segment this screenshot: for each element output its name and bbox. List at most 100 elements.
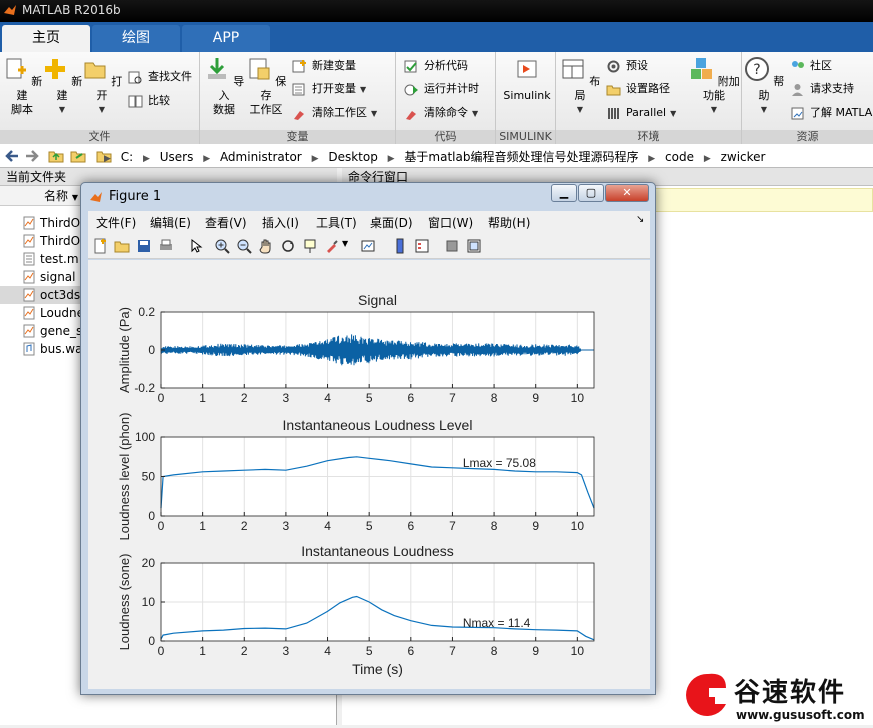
- axes-title: Instantaneous Loudness Level: [283, 417, 473, 433]
- chevron-down-icon[interactable]: ▼: [371, 109, 377, 118]
- colorbar-icon[interactable]: [392, 238, 408, 254]
- find-files-button[interactable]: 查找文件: [128, 68, 192, 86]
- up-folder-icon[interactable]: [48, 148, 64, 164]
- data-cursor-icon[interactable]: [302, 238, 318, 254]
- open-button[interactable]: 打开 ▼: [80, 56, 124, 117]
- new-variable-button[interactable]: 新建变量: [292, 57, 356, 75]
- x-tick-label: 9: [532, 644, 539, 658]
- find-files-icon: [128, 71, 142, 84]
- menu-insert[interactable]: 插入(I): [262, 214, 299, 231]
- breadcrumb-item[interactable]: Desktop: [328, 150, 378, 164]
- back-arrow-icon[interactable]: [4, 148, 20, 164]
- file-name: ThirdO: [40, 234, 81, 248]
- breadcrumb-item[interactable]: code: [665, 150, 694, 164]
- help-button[interactable]: ? 帮助 ▼: [742, 56, 786, 117]
- close-button[interactable]: ✕: [605, 184, 649, 202]
- new-figure-icon[interactable]: [92, 238, 108, 254]
- new-script-button[interactable]: 新建 脚本: [0, 56, 44, 117]
- pan-hand-icon[interactable]: [258, 238, 274, 254]
- x-tick-label: 5: [366, 644, 373, 658]
- open-file-icon[interactable]: [114, 238, 130, 254]
- parallel-button[interactable]: Parallel ▼: [606, 104, 676, 122]
- menu-edit[interactable]: 编辑(E): [150, 214, 191, 231]
- breadcrumb-item[interactable]: zwicker: [721, 150, 766, 164]
- chevron-down-icon[interactable]: ▼: [472, 109, 478, 118]
- new-button[interactable]: 新建 ▼: [40, 56, 84, 117]
- tab-home[interactable]: 主页: [2, 25, 90, 52]
- addons-button[interactable]: 附加功能 ▼: [688, 56, 740, 117]
- y-tick-label: 0: [148, 634, 155, 648]
- import-data-button[interactable]: 导入 数据: [202, 56, 246, 117]
- chevron-down-icon[interactable]: ▼: [670, 109, 676, 118]
- open-variable-button[interactable]: 打开变量 ▼: [292, 80, 366, 98]
- breadcrumb-separator: ▶: [648, 154, 656, 164]
- browse-folder-icon[interactable]: [70, 148, 86, 164]
- breadcrumb-item[interactable]: Administrator: [220, 150, 302, 164]
- pointer-icon[interactable]: [188, 238, 204, 254]
- zoom-out-icon[interactable]: [236, 238, 252, 254]
- file-group: 新建 脚本 新建 ▼ 打开 ▼ 查找文件 比较 文件: [0, 52, 200, 144]
- mfile-icon: [23, 306, 35, 320]
- request-support-button[interactable]: 请求支持: [790, 80, 854, 98]
- simulink-button[interactable]: Simulink: [502, 56, 552, 103]
- x-tick-label: 2: [241, 519, 248, 533]
- breadcrumb-item[interactable]: 基于matlab编程音频处理信号处理源码程序: [404, 150, 638, 164]
- x-tick-label: 2: [241, 391, 248, 405]
- show-plot-tools-icon[interactable]: [466, 238, 482, 254]
- community-button[interactable]: 社区: [790, 57, 832, 75]
- analyze-code-button[interactable]: 分析代码: [404, 57, 468, 75]
- new-variable-label: 新建变量: [312, 59, 356, 72]
- svg-text:?: ?: [753, 62, 760, 78]
- chevron-down-icon[interactable]: ▼: [342, 239, 348, 248]
- clear-commands-button[interactable]: 清除命令 ▼: [404, 104, 478, 122]
- legend-icon[interactable]: [414, 238, 430, 254]
- x-tick-label: 2: [241, 644, 248, 658]
- maximize-button[interactable]: ▢: [578, 184, 604, 202]
- script-file-icon: [23, 252, 35, 266]
- breadcrumb-item[interactable]: C:: [121, 150, 133, 164]
- variable-group: 导入 数据 保存 工作区 新建变量 打开变量 ▼ 清除工作区 ▼ 变量: [200, 52, 396, 144]
- help-icon: ?: [744, 57, 769, 81]
- minimize-button[interactable]: ▁: [551, 184, 577, 202]
- menu-desktop[interactable]: 桌面(D): [370, 214, 413, 231]
- chevron-down-icon[interactable]: ▼: [360, 85, 366, 94]
- menu-tools[interactable]: 工具(T): [316, 214, 357, 231]
- learn-matlab-button[interactable]: 了解 MATLAB: [790, 104, 873, 122]
- forward-arrow-icon[interactable]: [24, 148, 40, 164]
- menu-help[interactable]: 帮助(H): [488, 214, 530, 231]
- x-tick-label: 4: [324, 519, 331, 533]
- max-annotation: Lmax = 75.08: [463, 456, 536, 470]
- save-icon[interactable]: [136, 238, 152, 254]
- print-icon[interactable]: [158, 238, 174, 254]
- x-tick-label: 10: [571, 391, 585, 405]
- clear-workspace-button[interactable]: 清除工作区 ▼: [292, 104, 377, 122]
- rotate-3d-icon[interactable]: [280, 238, 296, 254]
- x-tick-label: 10: [571, 644, 585, 658]
- breadcrumb-item[interactable]: Users: [160, 150, 194, 164]
- link-plot-icon[interactable]: [360, 238, 376, 254]
- dock-arrow-icon[interactable]: ↘: [636, 214, 644, 225]
- y-axis-label: Loudness level (phon): [117, 413, 132, 541]
- layout-button[interactable]: 布局 ▼: [558, 56, 602, 117]
- x-tick-label: 7: [449, 644, 456, 658]
- run-time-button[interactable]: 运行并计时: [404, 80, 479, 98]
- menu-file[interactable]: 文件(F): [96, 214, 136, 231]
- menu-view[interactable]: 查看(V): [205, 214, 247, 231]
- save-workspace-button[interactable]: 保存 工作区: [244, 56, 288, 117]
- menu-window[interactable]: 窗口(W): [428, 214, 473, 231]
- hide-plot-tools-icon[interactable]: [444, 238, 460, 254]
- file-name: gene_s: [40, 324, 83, 338]
- zoom-in-icon[interactable]: [214, 238, 230, 254]
- tab-plots[interactable]: 绘图: [92, 25, 180, 52]
- set-path-button[interactable]: 设置路径: [606, 80, 670, 98]
- x-tick-label: 5: [366, 391, 373, 405]
- tab-apps[interactable]: APP: [182, 25, 270, 52]
- figure-window[interactable]: Figure 1 ▁ ▢ ✕ 文件(F) 编辑(E) 查看(V) 插入(I) 工…: [80, 182, 656, 695]
- chevron-down-icon: ▼: [760, 105, 768, 114]
- breadcrumb-separator: ▶: [203, 154, 211, 164]
- app-title: MATLAB R2016b: [22, 3, 121, 17]
- brush-icon[interactable]: [324, 238, 340, 254]
- watermark: 谷速软件 www.gususoft.com: [672, 666, 873, 725]
- preferences-button[interactable]: 预设: [606, 57, 648, 75]
- compare-button[interactable]: 比较: [128, 92, 170, 110]
